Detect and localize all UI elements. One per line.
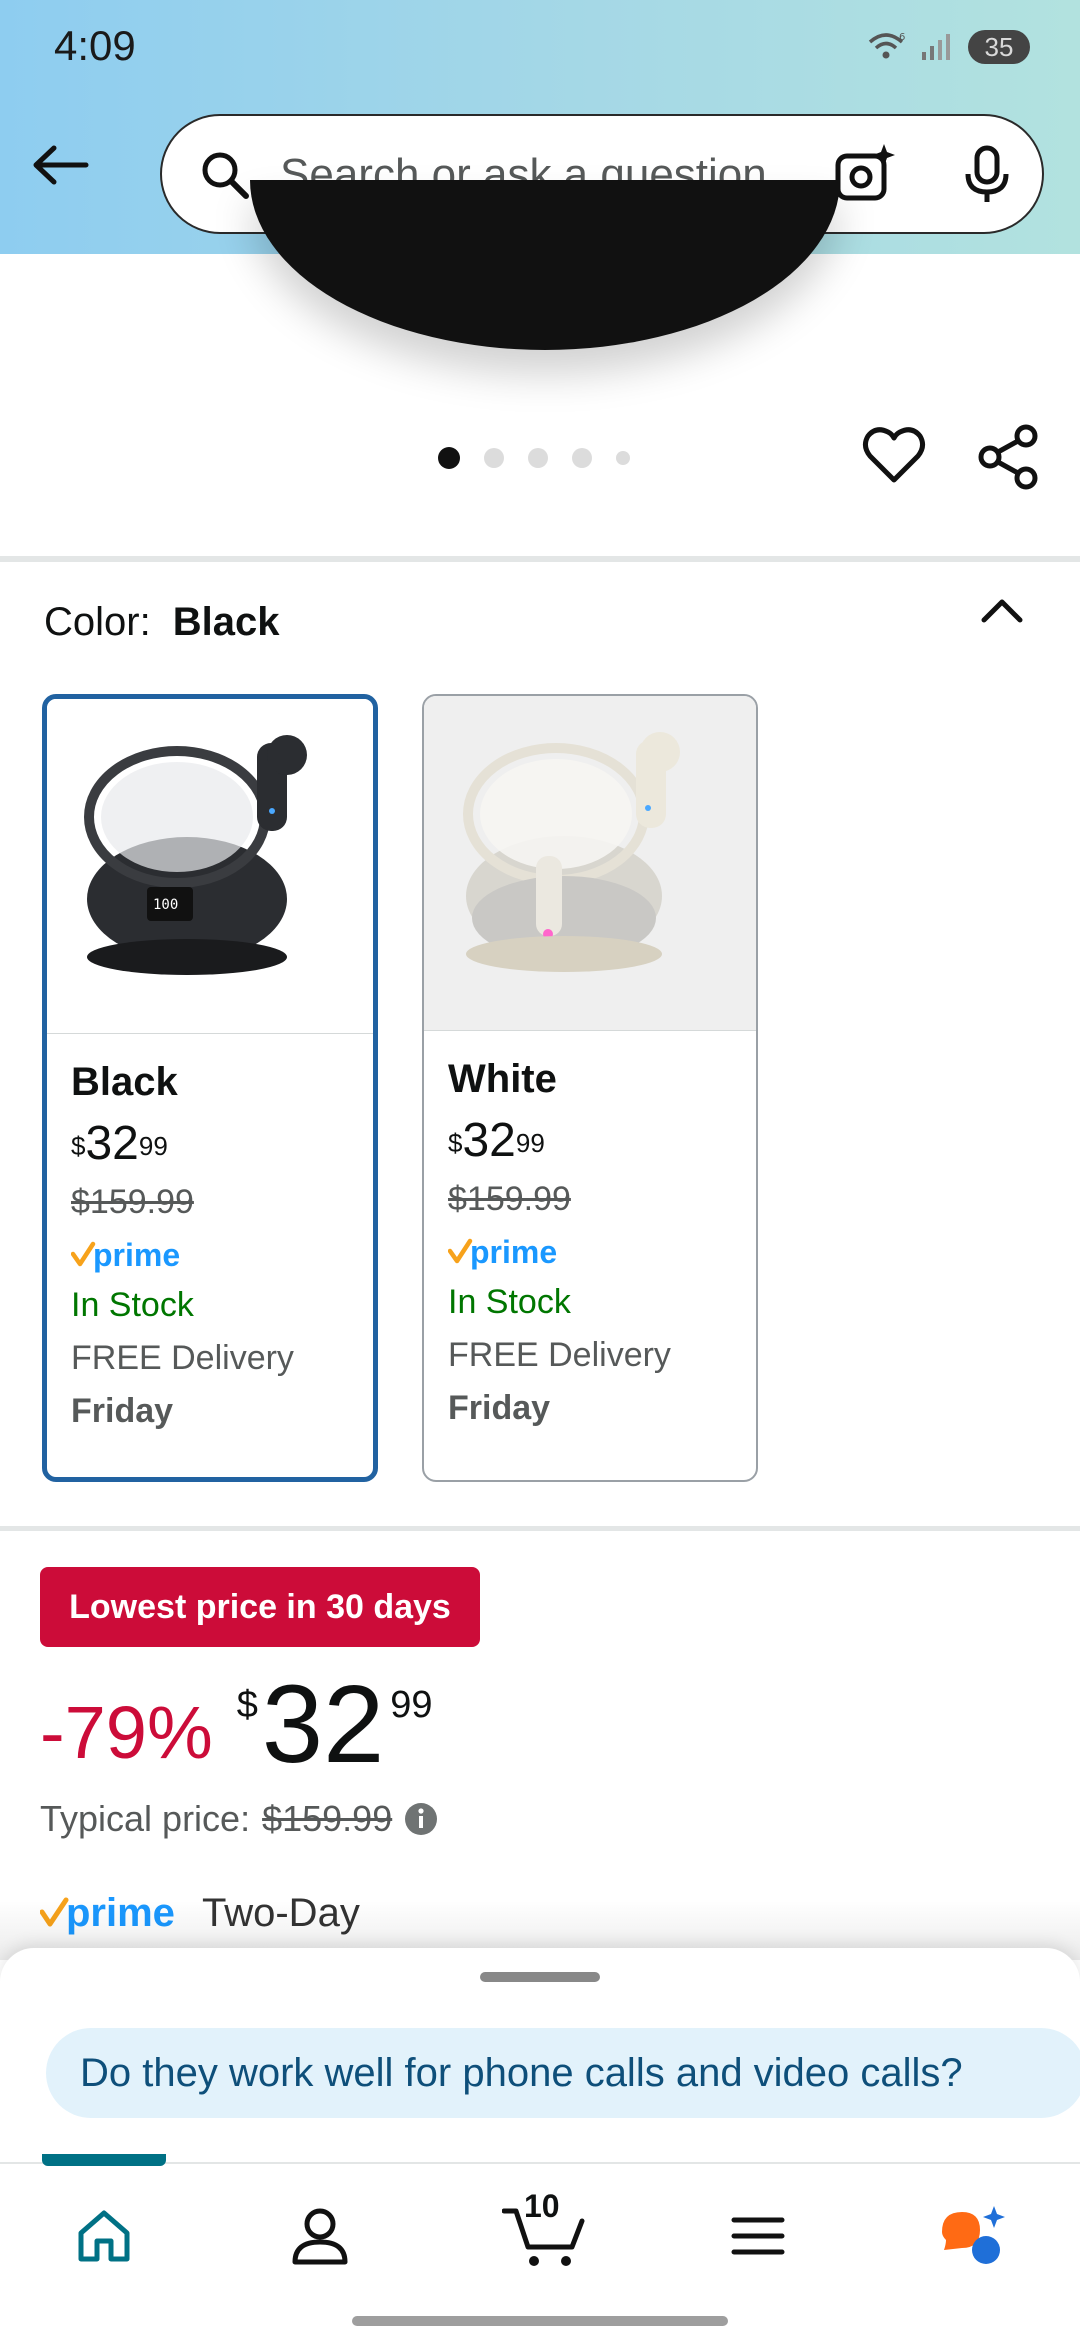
status-time: 4:09 [54, 22, 136, 69]
option-list-price: $159.99 [71, 1183, 194, 1221]
delivery-day: Friday [71, 1392, 174, 1430]
option-name: White [448, 1057, 557, 1101]
nav-menu[interactable] [718, 2196, 798, 2276]
prime-check-icon: prime [447, 1234, 557, 1270]
discount-percent: -79% [40, 1691, 213, 1774]
nav-rufus-assistant[interactable] [934, 2196, 1014, 2276]
wishlist-button[interactable] [862, 424, 926, 491]
svg-text:prime: prime [93, 1237, 180, 1273]
carousel-dot[interactable] [572, 448, 592, 468]
battery-indicator: 35 [968, 30, 1030, 64]
cart-count-badge: 10 [524, 2188, 560, 2224]
color-selector-header: Color: Black [44, 600, 279, 645]
carousel-dot[interactable] [616, 451, 630, 465]
earbuds-black-image-graphic: 100 [84, 735, 307, 975]
chevron-up-icon[interactable] [978, 594, 1026, 626]
svg-text:6: 6 [899, 32, 905, 43]
option-price: $3299 [71, 1117, 168, 1170]
microphone-icon[interactable] [962, 144, 1012, 208]
prime-check-icon: prime [70, 1237, 180, 1273]
price-block: -79% $ 32 99 [40, 1670, 433, 1780]
product-image[interactable] [250, 180, 840, 350]
home-icon [78, 2210, 130, 2262]
option-list-price: $159.99 [448, 1180, 571, 1218]
image-carousel-dots[interactable] [438, 447, 630, 469]
info-icon[interactable] [404, 1802, 438, 1836]
section-divider [0, 1526, 1080, 1531]
color-option-white[interactable]: White $3299 $159.99 prime In Stock FREE … [422, 694, 758, 1482]
svg-text:prime: prime [470, 1234, 557, 1270]
delivery-label: FREE Delivery [71, 1339, 294, 1377]
color-option-black[interactable]: 100 Black $3299 $159.99 prime In Stock F… [42, 694, 378, 1482]
assistant-icon [942, 2206, 1005, 2264]
carousel-dot[interactable] [438, 447, 460, 469]
back-arrow-icon [33, 145, 89, 185]
gesture-bar [352, 2316, 728, 2326]
delivery-label: FREE Delivery [448, 1336, 671, 1374]
carousel-dot[interactable] [528, 448, 548, 468]
option-name: Black [71, 1060, 178, 1104]
menu-icon [731, 2217, 785, 2255]
person-icon [292, 2208, 348, 2265]
stock-status: In Stock [448, 1283, 571, 1321]
earbuds-black-image: 100 [47, 699, 373, 1034]
back-button[interactable] [30, 140, 100, 200]
nav-account[interactable] [280, 2196, 360, 2276]
active-tab-indicator [42, 2154, 166, 2166]
nav-home[interactable] [64, 2196, 144, 2276]
heart-icon [862, 427, 926, 483]
suggested-question-chip[interactable]: Do they work well for phone calls and vi… [46, 2028, 1080, 2118]
typical-price: Typical price: $159.99 [40, 1798, 438, 1840]
assistant-bottom-sheet[interactable]: Do they work well for phone calls and vi… [0, 1948, 1080, 2340]
svg-text:100: 100 [153, 897, 178, 913]
wifi-icon: 6 [868, 32, 905, 59]
drag-handle[interactable] [480, 1972, 600, 1982]
status-icons: 6 35 [866, 30, 1030, 64]
current-price: $ 32 99 [236, 1663, 433, 1786]
signal-icon [922, 34, 950, 60]
deal-badge: Lowest price in 30 days [40, 1567, 480, 1647]
camera-search-icon[interactable] [832, 140, 898, 206]
search-icon [202, 152, 249, 199]
earbuds-white-image [424, 696, 756, 1031]
prime-logo: prime [70, 1236, 373, 1276]
stock-status: In Stock [71, 1286, 194, 1324]
section-divider [0, 556, 1080, 562]
carousel-dot[interactable] [484, 448, 504, 468]
earbuds-white-image-graphic [463, 732, 680, 972]
selected-color: Black [172, 600, 280, 644]
option-price: $3299 [448, 1114, 545, 1167]
color-label: Color: [44, 600, 151, 644]
delivery-day: Friday [448, 1389, 551, 1427]
share-icon [978, 424, 1038, 490]
share-button[interactable] [976, 424, 1040, 495]
prime-logo: prime [447, 1233, 756, 1273]
